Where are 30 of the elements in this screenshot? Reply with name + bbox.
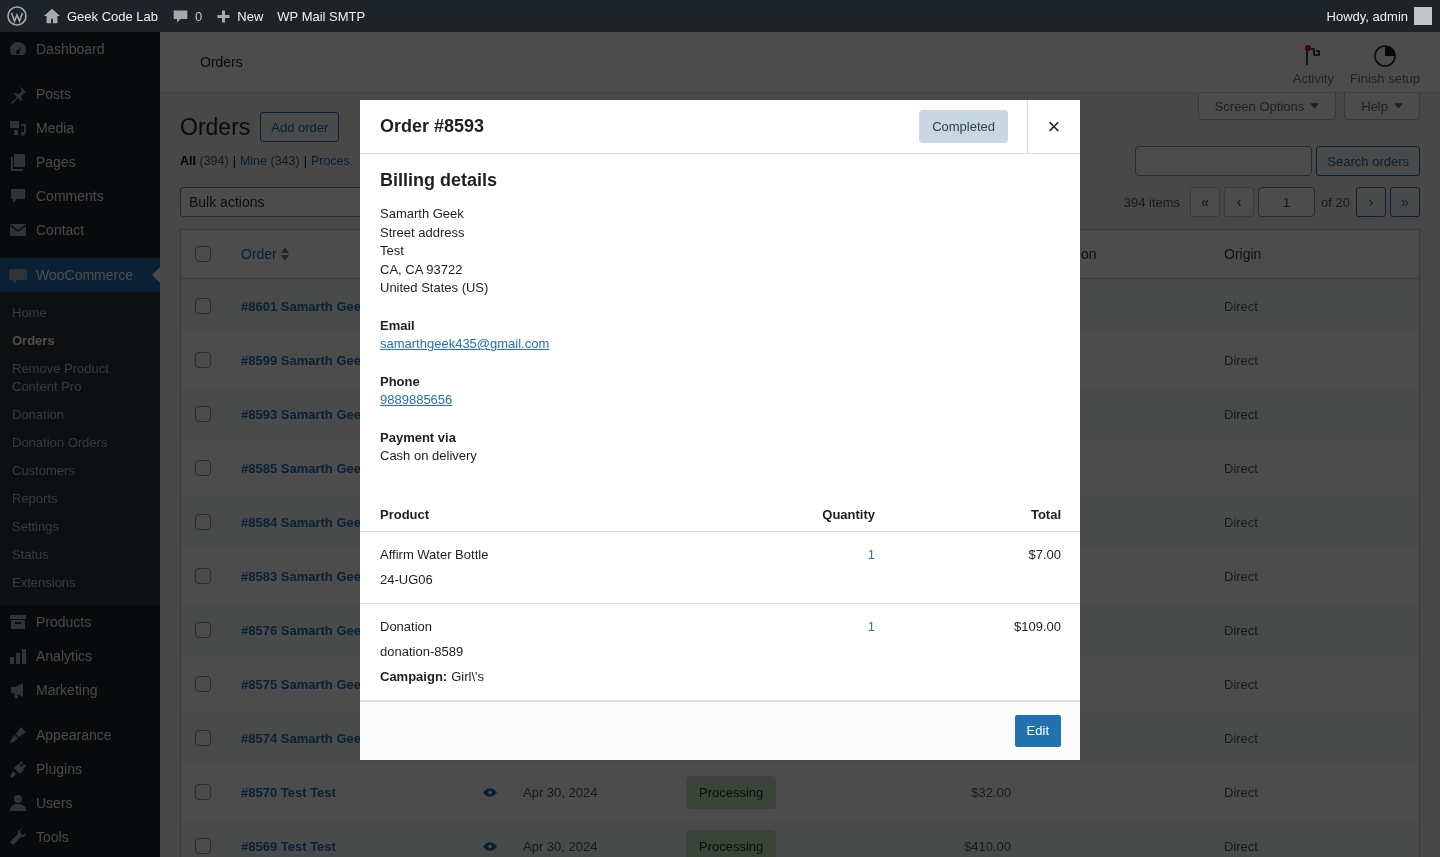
field-label: Email <box>380 316 416 335</box>
product-sku: 24-UG06 <box>380 570 434 589</box>
field-label: Phone <box>380 372 421 391</box>
column-header: Total <box>1029 506 1061 522</box>
product-name: Affirm Water Bottle <box>380 545 490 564</box>
product-name: Donation <box>380 617 434 636</box>
field-label: Payment via <box>380 428 457 447</box>
field-value: Cash on delivery <box>380 447 478 465</box>
product-meta: Campaign: Girl\'s <box>380 667 485 686</box>
column-header: Quantity <box>821 506 875 522</box>
total-cell-text: $7.00 <box>1027 545 1061 564</box>
header-title: Orders <box>200 54 244 70</box>
address-line: Street address <box>380 223 466 242</box>
total-cell-text: $109.00 <box>1013 617 1061 636</box>
quantity-cell-text: 1 <box>866 545 875 564</box>
address-line: CA, CA 93722 <box>380 260 464 279</box>
section-heading: Billing details <box>380 170 499 191</box>
product-sku: donation-8589 <box>380 642 465 661</box>
quantity-cell-text: 1 <box>866 617 875 636</box>
column-header: on <box>1081 246 1098 262</box>
modal-title: Order #8593 <box>379 116 486 137</box>
address-line: Test <box>380 242 405 260</box>
page-title: Orders <box>180 113 251 141</box>
column-header: Product <box>380 506 431 522</box>
separator: | <box>303 154 307 168</box>
status-badge: Completed <box>919 110 1008 143</box>
address-line: Samarth Geek <box>380 205 465 223</box>
column-header: Origin <box>1224 246 1263 262</box>
address-line: United States (US) <box>380 279 490 297</box>
separator: | <box>232 154 236 168</box>
